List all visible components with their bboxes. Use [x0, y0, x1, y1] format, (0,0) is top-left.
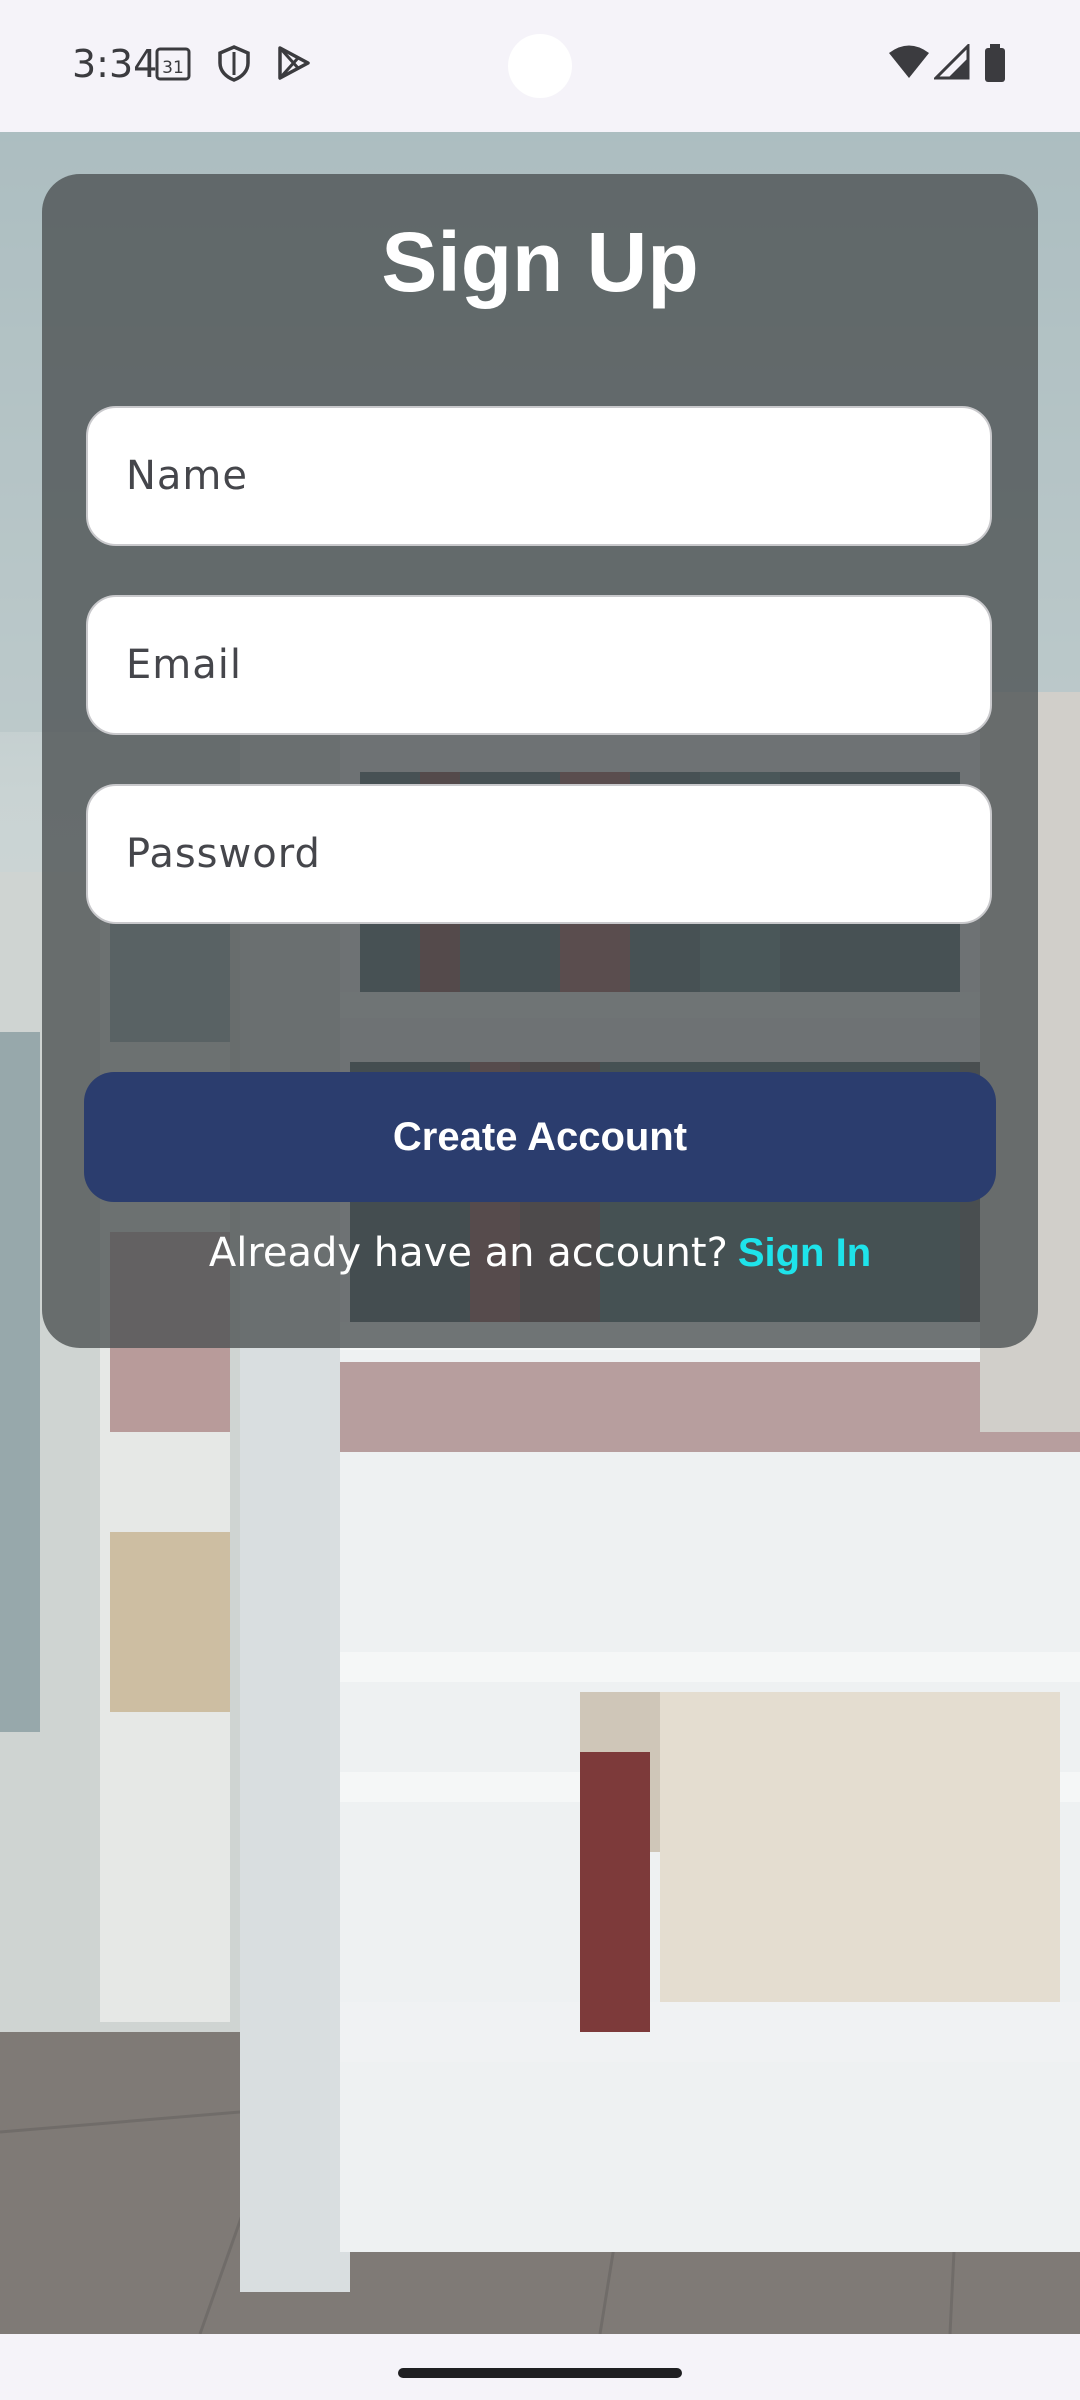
signin-prompt: Already have an account? Sign In: [42, 1230, 1038, 1276]
email-input[interactable]: [88, 597, 990, 733]
password-field[interactable]: [86, 784, 992, 924]
sign-in-link[interactable]: Sign In: [738, 1231, 871, 1275]
status-bar: 3:34 31: [0, 0, 1080, 132]
play-store-icon: [274, 44, 312, 87]
wifi-icon: [888, 44, 930, 85]
name-input[interactable]: [88, 408, 990, 544]
navigation-bar: [0, 2334, 1080, 2400]
svg-text:31: 31: [162, 58, 184, 78]
status-time: 3:34: [72, 42, 158, 86]
password-input[interactable]: [88, 786, 990, 922]
signup-card: Sign Up Create Account Already have an a…: [42, 174, 1038, 1348]
camera-cutout: [508, 34, 572, 98]
name-field[interactable]: [86, 406, 992, 546]
battery-icon: [984, 44, 1006, 87]
shield-icon: [216, 44, 252, 87]
calendar-icon: 31: [154, 44, 192, 87]
have-account-text: Already have an account?: [208, 1230, 728, 1276]
signal-icon: [932, 42, 970, 85]
create-account-button[interactable]: Create Account: [84, 1072, 996, 1202]
email-field[interactable]: [86, 595, 992, 735]
home-handle[interactable]: [398, 2368, 682, 2378]
page-title: Sign Up: [381, 215, 699, 309]
